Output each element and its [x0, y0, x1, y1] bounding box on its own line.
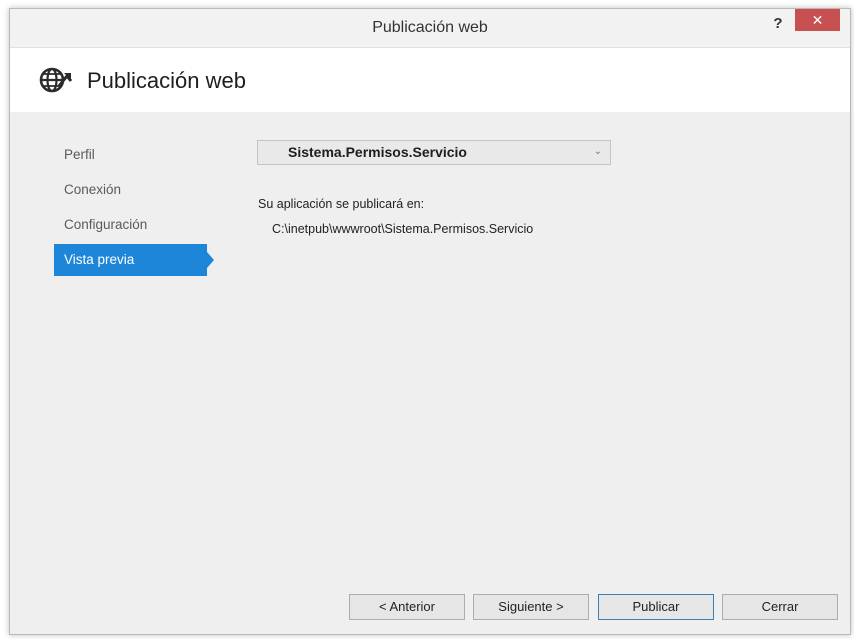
sidebar-item-configuracion[interactable]: Configuración	[54, 209, 207, 241]
help-button[interactable]: ?	[765, 13, 791, 35]
next-button[interactable]: Siguiente >	[473, 594, 589, 620]
close-icon: ✕	[811, 12, 824, 28]
profile-select[interactable]: Sistema.Permisos.Servicio ⌄	[257, 140, 611, 165]
sidebar-item-conexion[interactable]: Conexión	[54, 174, 207, 206]
publish-location-path: C:\inetpub\wwwroot\Sistema.Permisos.Serv…	[272, 222, 534, 236]
page-title: Publicación web	[87, 68, 246, 93]
close-button[interactable]: Cerrar	[722, 594, 838, 620]
close-window-button[interactable]: ✕	[795, 9, 840, 31]
back-button[interactable]: < Anterior	[349, 594, 465, 620]
window-title: Publicación web	[372, 19, 488, 36]
publish-button[interactable]: Publicar	[598, 594, 714, 620]
profile-select-value: Sistema.Permisos.Servicio	[288, 144, 467, 160]
chevron-down-icon: ⌄	[593, 146, 602, 157]
publish-location-label: Su aplicación se publicará en:	[258, 197, 425, 211]
publish-dialog: Publicación web ? ✕ Publicación web Perf…	[9, 8, 851, 635]
sidebar-item-vista-previa[interactable]: Vista previa	[54, 244, 214, 276]
dialog-header: Publicación web	[10, 48, 850, 112]
title-bar[interactable]: Publicación web ? ✕	[10, 9, 850, 48]
globe-publish-icon	[39, 67, 73, 93]
sidebar-item-perfil[interactable]: Perfil	[54, 139, 207, 171]
wizard-steps: Perfil Conexión Configuración Vista prev…	[54, 139, 224, 279]
